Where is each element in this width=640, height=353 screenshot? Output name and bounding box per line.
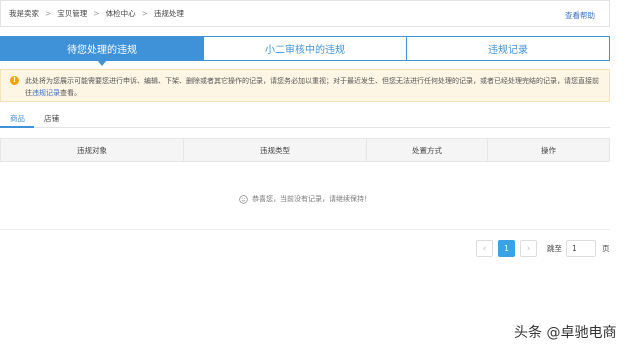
tab-under-review[interactable]: 小二审核中的违规 [204, 37, 407, 60]
divider [0, 229, 610, 230]
tab-pending[interactable]: 待您处理的违规 [1, 37, 204, 66]
empty-state: 恭喜您，当前没有记录，请继续保持！ [0, 193, 610, 205]
notice-records-link[interactable]: 违规记录 [32, 89, 60, 97]
smile-icon [239, 194, 248, 204]
breadcrumb-item-violations: 违规处理 [153, 9, 184, 18]
violation-tabs: 待您处理的违规 小二审核中的违规 违规记录 [0, 36, 610, 66]
prev-page-button[interactable]: ‹ [476, 240, 493, 257]
breadcrumb-separator: > [45, 9, 52, 18]
page-number-current[interactable]: 1 [498, 240, 515, 257]
column-header-target: 违规对象 [1, 139, 184, 161]
pagination: ‹ 1 › 跳至 页 [476, 240, 610, 257]
breadcrumb-item-health-center[interactable]: 体检中心 [106, 8, 136, 19]
subtab-products[interactable]: 商品 [0, 110, 34, 128]
goto-page-input[interactable] [566, 240, 596, 257]
goto-label: 跳至 [547, 244, 562, 253]
breadcrumb-item-seller[interactable]: 我是卖家 [9, 8, 39, 19]
subtabs: 商品 店铺 [0, 110, 610, 128]
breadcrumb-item-products[interactable]: 宝贝管理 [57, 8, 87, 19]
empty-state-text: 恭喜您，当前没有记录，请继续保持！ [252, 195, 371, 203]
notice-banner: ! 此处将为您展示可能需要您进行申诉、编辑、下架、删除或者其它操作的记录，请您务… [0, 69, 610, 102]
table-header: 违规对象 违规类型 处置方式 操作 [0, 138, 610, 162]
column-header-type: 违规类型 [184, 139, 367, 161]
breadcrumb: 我是卖家 > 宝贝管理 > 体检中心 > 违规处理 查看帮助 [0, 0, 610, 27]
breadcrumb-separator: > [93, 9, 100, 18]
tab-records[interactable]: 违规记录 [407, 37, 609, 60]
warning-icon: ! [10, 76, 19, 85]
notice-text: 此处将为您展示可能需要您进行申诉、编辑、下架、删除或者其它操作的记录，请您务必加… [25, 77, 599, 97]
subtab-shop[interactable]: 店铺 [34, 110, 68, 128]
notice-text-end: 查看。 [60, 89, 81, 97]
column-header-action: 操作 [541, 145, 556, 155]
help-link[interactable]: 查看帮助 [565, 10, 595, 21]
breadcrumb-separator: > [141, 9, 148, 18]
page-unit-label: 页 [602, 244, 610, 253]
watermark: 头条 @卓驰电商 [514, 325, 617, 341]
column-header-disposal: 处置方式 [367, 139, 488, 161]
next-page-button[interactable]: › [520, 240, 537, 257]
